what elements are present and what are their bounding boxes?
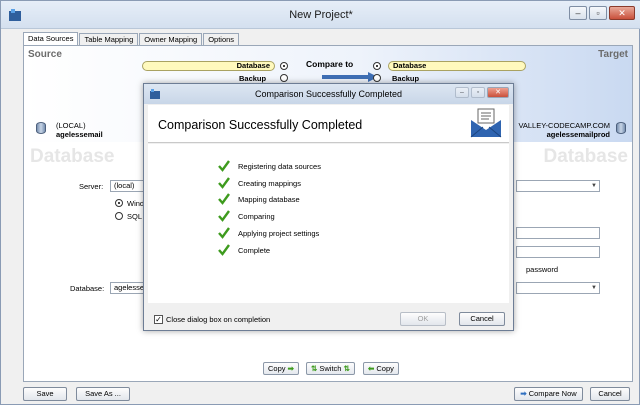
- target-login-field[interactable]: [516, 227, 600, 239]
- step-label: Registering data sources: [238, 161, 321, 171]
- tab-owner-mapping[interactable]: Owner Mapping: [139, 33, 203, 45]
- window-title: New Project*: [289, 9, 353, 21]
- dialog-caption-buttons: – ▫ ✕: [455, 87, 509, 98]
- completion-dialog: Comparison Successfully Completed – ▫ ✕ …: [143, 83, 514, 331]
- source-server-name: (LOCAL): [56, 121, 86, 130]
- dialog-heading: Comparison Successfully Completed: [158, 118, 363, 132]
- step-label: Comparing: [238, 211, 275, 221]
- source-watermark: Database: [30, 146, 115, 167]
- target-database-combo[interactable]: ▼: [516, 282, 600, 294]
- maximize-icon[interactable]: ▫: [589, 6, 607, 20]
- step-label: Mapping database: [238, 194, 300, 204]
- maximize-icon: ▫: [471, 87, 485, 98]
- target-database-icon: [616, 122, 626, 134]
- step-item: Comparing: [218, 209, 275, 223]
- source-database-icon: [36, 122, 46, 134]
- dialog-header: Comparison Successfully Completed: [148, 105, 509, 143]
- step-item: Creating mappings: [218, 176, 301, 190]
- tab-options[interactable]: Options: [203, 33, 240, 45]
- source-db-name: agelessemail: [56, 130, 103, 139]
- minimize-icon: –: [455, 87, 469, 98]
- switch-button[interactable]: ⇅ Switch ⇅: [306, 362, 355, 375]
- minimize-icon[interactable]: –: [569, 6, 587, 20]
- check-icon: [218, 244, 230, 256]
- step-label: Complete: [238, 245, 271, 255]
- source-backup-radio[interactable]: [280, 74, 288, 82]
- save-button[interactable]: Save: [23, 387, 67, 401]
- tab-strip: Data Sources Table Mapping Owner Mapping…: [23, 32, 240, 45]
- source-heading: Source: [28, 49, 62, 60]
- step-label: Applying project settings: [238, 228, 320, 238]
- switch-icon-2: ⇅: [343, 364, 350, 373]
- source-server-value: (local): [114, 181, 135, 190]
- target-backup-label: Backup: [392, 74, 420, 83]
- remember-password-label: password: [526, 265, 559, 274]
- target-server-combo[interactable]: ▼: [516, 180, 600, 192]
- play-icon: ➡: [520, 389, 527, 398]
- target-db-name: agelessemailprod: [546, 130, 610, 139]
- arrow-right-icon: [322, 72, 378, 82]
- step-item: Complete: [218, 243, 270, 257]
- step-item: Registering data sources: [218, 159, 321, 173]
- compare-to-label: Compare to: [306, 59, 354, 69]
- target-backup-radio[interactable]: [373, 74, 381, 82]
- step-label: Creating mappings: [238, 178, 301, 188]
- ok-button[interactable]: OK: [400, 312, 446, 326]
- target-heading: Target: [598, 49, 628, 60]
- copy-to-source-button[interactable]: ⬅ Copy: [363, 362, 399, 375]
- target-server-name: VALLEY-CODECAMP.COM: [518, 121, 610, 130]
- cancel-button[interactable]: Cancel: [590, 387, 630, 401]
- switch-icon: ⇅: [311, 364, 318, 373]
- sql-auth-radio[interactable]: [115, 212, 123, 220]
- tab-data-sources[interactable]: Data Sources: [23, 32, 79, 45]
- check-icon: [218, 210, 230, 222]
- copy-to-target-button[interactable]: Copy ➡: [263, 362, 299, 375]
- target-connection: VALLEY-CODECAMP.COM agelessemailprod: [518, 121, 610, 139]
- target-password-field[interactable]: [516, 246, 600, 258]
- step-item: Mapping database: [218, 192, 300, 206]
- arrow-right-icon: ➡: [287, 364, 294, 373]
- close-icon[interactable]: ✕: [609, 6, 635, 20]
- check-icon: [218, 193, 230, 205]
- step-item: Applying project settings: [218, 226, 319, 240]
- caption-buttons: – ▫ ✕: [569, 6, 635, 20]
- target-database-radio[interactable]: [373, 62, 381, 70]
- envelope-icon: [470, 108, 502, 138]
- chevron-down-icon: ▼: [591, 285, 597, 291]
- source-database-radio[interactable]: [280, 62, 288, 70]
- save-as-button[interactable]: Save As ...: [76, 387, 130, 401]
- windows-auth-radio[interactable]: [115, 199, 123, 207]
- bottom-bar: Save Save As ... ➡ Compare Now Cancel: [1, 384, 639, 404]
- dialog-steps: Registering data sources Creating mappin…: [148, 144, 509, 303]
- dialog-cancel-button[interactable]: Cancel: [459, 312, 505, 326]
- chevron-down-icon: ▼: [591, 183, 597, 189]
- close-on-completion-checkbox[interactable]: ✓: [154, 315, 163, 324]
- tab-table-mapping[interactable]: Table Mapping: [79, 33, 139, 45]
- server-label: Server:: [79, 182, 104, 191]
- target-watermark: Database: [543, 146, 629, 167]
- source-database-pill: Database: [142, 61, 275, 71]
- title-bar[interactable]: New Project* – ▫ ✕: [1, 1, 640, 29]
- source-backup-label: Backup: [239, 74, 267, 83]
- close-icon[interactable]: ✕: [487, 87, 509, 98]
- arrow-left-icon: ⬅: [368, 364, 375, 373]
- check-icon: [218, 227, 230, 239]
- source-connection: (LOCAL) agelessemail: [56, 121, 103, 139]
- check-icon: [218, 177, 230, 189]
- dialog-footer: ✓ Close dialog box on completion OK Canc…: [144, 308, 513, 330]
- compare-now-button[interactable]: ➡ Compare Now: [514, 387, 583, 401]
- close-on-completion-label: Close dialog box on completion: [166, 315, 271, 324]
- check-icon: [218, 160, 230, 172]
- dialog-title-bar[interactable]: Comparison Successfully Completed – ▫ ✕: [144, 84, 513, 104]
- database-label: Database:: [70, 284, 105, 293]
- target-database-pill: Database: [388, 61, 526, 71]
